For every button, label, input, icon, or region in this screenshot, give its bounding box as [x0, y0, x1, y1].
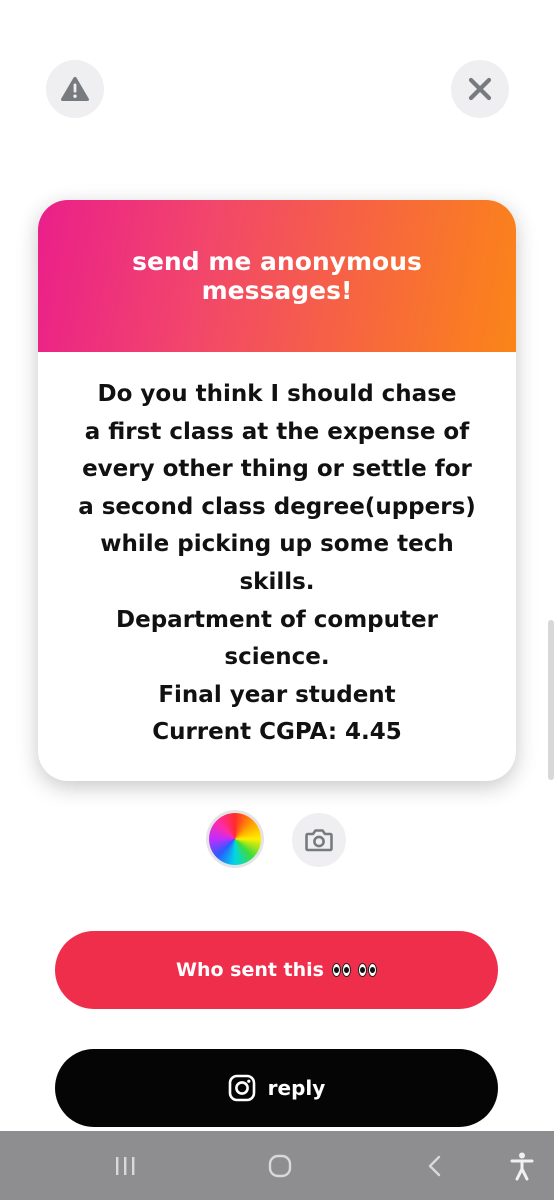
- message-line: Current CGPA: 4.45: [152, 719, 402, 746]
- accessibility-icon: [510, 1152, 534, 1180]
- message-line: a second class degree(uppers): [78, 493, 476, 520]
- system-navigation-bar: [0, 1131, 554, 1200]
- card-title: send me anonymous messages!: [132, 247, 422, 305]
- message-body: Do you think I should chase a first clas…: [38, 352, 516, 781]
- reply-label: reply: [267, 1076, 326, 1100]
- message-line: while picking up some tech: [100, 531, 454, 558]
- back-icon: [428, 1155, 441, 1176]
- who-sent-label: Who sent this: [175, 959, 324, 981]
- camera-icon: [305, 829, 333, 852]
- message-card: send me anonymous messages! Do you think…: [38, 200, 516, 781]
- report-button[interactable]: [46, 60, 104, 118]
- recents-button[interactable]: [95, 1131, 155, 1200]
- message-line: a first class at the expense of: [84, 418, 470, 445]
- message-line: science.: [224, 644, 330, 671]
- message-line: skills.: [239, 568, 315, 595]
- color-wheel-icon[interactable]: [209, 813, 261, 865]
- message-line: Final year student: [158, 681, 396, 708]
- accessibility-button[interactable]: [500, 1131, 544, 1200]
- message-line: every other thing or settle for: [82, 456, 472, 483]
- who-sent-this-button[interactable]: Who sent this: [55, 931, 498, 1009]
- message-line: Do you think I should chase: [97, 381, 457, 407]
- home-button[interactable]: [250, 1131, 310, 1200]
- eyes-emoji-icon: [332, 963, 377, 977]
- camera-button[interactable]: [292, 813, 346, 867]
- close-button[interactable]: [451, 60, 509, 118]
- reply-button[interactable]: reply: [55, 1049, 498, 1127]
- warning-triangle-icon: [60, 76, 90, 101]
- back-button[interactable]: [405, 1131, 465, 1200]
- recents-icon: [116, 1156, 135, 1175]
- instagram-icon: [228, 1074, 256, 1102]
- home-icon: [268, 1154, 292, 1177]
- scrollbar: [548, 620, 554, 780]
- close-x-icon: [468, 77, 492, 101]
- card-header: send me anonymous messages!: [38, 200, 516, 352]
- message-line: Department of computer: [116, 606, 438, 633]
